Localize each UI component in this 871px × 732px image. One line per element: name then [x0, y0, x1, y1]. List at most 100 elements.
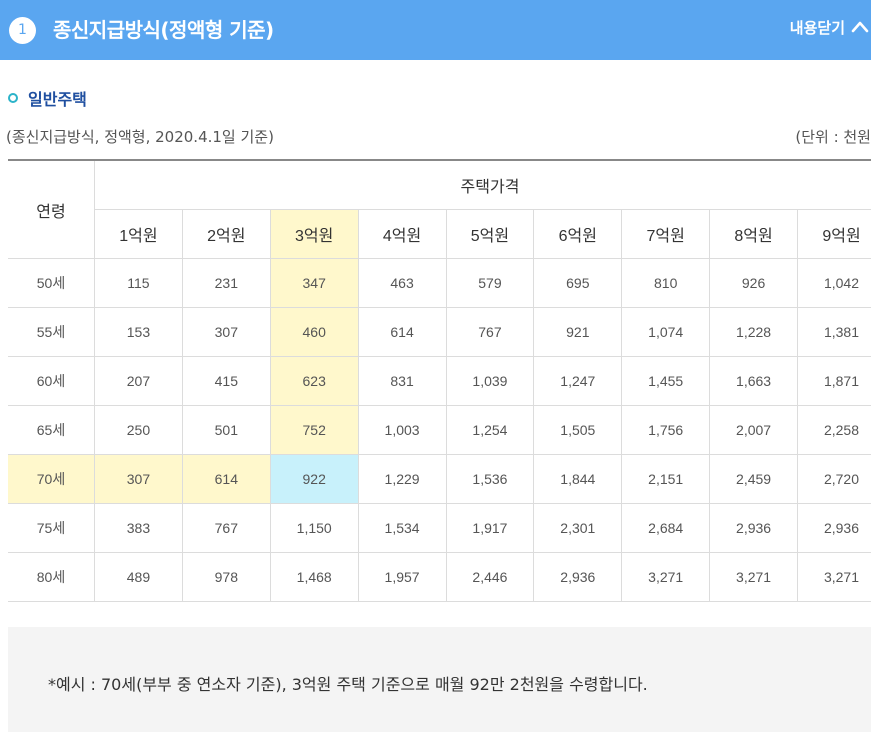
table-row: 65세 250 501 752 1,003 1,254 1,505 1,756 2,007 2,2…	[8, 405, 871, 455]
value-cell: 1,663	[709, 356, 798, 406]
value-cell: 921	[533, 307, 623, 357]
age-cell: 75세	[8, 503, 95, 553]
table-description: (종신지급방식, 정액형, 2020.4.1일 기준)	[6, 128, 274, 146]
example-note-text: *예시 : 70세(부부 중 연소자 기준), 3억원 주택 기준으로 매월 9…	[48, 675, 648, 694]
table-row: 50세 115 231 347 463 579 695 810 926 1,042	[8, 258, 871, 308]
value-cell: 1,229	[357, 454, 447, 504]
price-column-header: 1억원	[94, 209, 183, 259]
section-number-badge: 1	[9, 17, 36, 44]
value-cell: 614	[181, 454, 271, 504]
value-cell: 614	[357, 307, 447, 357]
value-cell: 115	[94, 258, 183, 308]
value-cell: 767	[445, 307, 535, 357]
value-cell: 2,007	[709, 405, 798, 455]
value-cell: 153	[94, 307, 183, 357]
value-cell: 1,871	[797, 356, 871, 406]
value-cell: 752	[269, 405, 359, 455]
age-cell: 50세	[8, 258, 95, 308]
age-cell: 55세	[8, 307, 95, 357]
value-cell: 1,074	[621, 307, 711, 357]
table-row: 80세 489 978 1,468 1,957 2,446 2,936 3,271 3,271 3…	[8, 552, 871, 602]
section-header-title: 종신지급방식(정액형 기준)	[53, 18, 274, 42]
age-cell: 60세	[8, 356, 95, 406]
value-cell: 463	[357, 258, 447, 308]
value-cell: 579	[445, 258, 535, 308]
value-cell: 1,247	[533, 356, 623, 406]
value-cell: 1,455	[621, 356, 711, 406]
value-cell: 1,756	[621, 405, 711, 455]
price-column-header: 2억원	[181, 209, 271, 259]
price-column-header: 6억원	[533, 209, 623, 259]
value-cell: 1,228	[709, 307, 798, 357]
value-cell: 2,258	[797, 405, 871, 455]
table-row: 55세 153 307 460 614 767 921 1,074 1,228 1,381	[8, 307, 871, 357]
value-cell: 2,684	[621, 503, 711, 553]
value-cell: 3,271	[709, 552, 798, 602]
age-column-header: 연령	[8, 159, 95, 259]
value-cell: 207	[94, 356, 183, 406]
price-column-header: 5억원	[445, 209, 535, 259]
price-column-header: 9억원	[797, 209, 871, 259]
value-cell: 2,936	[709, 503, 798, 553]
value-cell: 307	[181, 307, 271, 357]
value-cell: 2,936	[797, 503, 871, 553]
value-cell: 415	[181, 356, 271, 406]
value-cell: 1,042	[797, 258, 871, 308]
example-note-box: *예시 : 70세(부부 중 연소자 기준), 3억원 주택 기준으로 매월 9…	[8, 627, 871, 732]
price-group-header: 주택가격	[94, 159, 871, 210]
value-cell: 231	[181, 258, 271, 308]
value-cell: 623	[269, 356, 359, 406]
age-cell: 65세	[8, 405, 95, 455]
value-cell: 2,301	[533, 503, 623, 553]
value-cell: 922	[269, 454, 359, 504]
price-column-header: 4억원	[357, 209, 447, 259]
value-cell: 2,151	[621, 454, 711, 504]
value-cell: 1,505	[533, 405, 623, 455]
collapse-toggle-label: 내용닫기	[789, 18, 845, 37]
value-cell: 1,003	[357, 405, 447, 455]
value-cell: 1,536	[445, 454, 535, 504]
value-cell: 1,039	[445, 356, 535, 406]
value-cell: 489	[94, 552, 183, 602]
value-cell: 1,844	[533, 454, 623, 504]
value-cell: 460	[269, 307, 359, 357]
bullet-icon	[8, 93, 18, 103]
value-cell: 2,459	[709, 454, 798, 504]
value-cell: 1,957	[357, 552, 447, 602]
value-cell: 978	[181, 552, 271, 602]
value-cell: 3,271	[621, 552, 711, 602]
value-cell: 926	[709, 258, 798, 308]
table-row: 75세 383 767 1,150 1,534 1,917 2,301 2,684 2,936 2…	[8, 503, 871, 553]
section-header: 1 종신지급방식(정액형 기준) 내용닫기	[0, 0, 871, 60]
value-cell: 810	[621, 258, 711, 308]
value-cell: 2,936	[533, 552, 623, 602]
price-column-header: 7억원	[621, 209, 711, 259]
value-cell: 831	[357, 356, 447, 406]
section-title-text: 일반주택	[28, 90, 87, 109]
table-row: 60세 207 415 623 831 1,039 1,247 1,455 1,663 1,871	[8, 356, 871, 406]
value-cell: 1,150	[269, 503, 359, 553]
value-cell: 383	[94, 503, 183, 553]
unit-label: (단위 : 천원	[795, 128, 871, 146]
value-cell: 347	[269, 258, 359, 308]
value-cell: 1,534	[357, 503, 447, 553]
value-cell: 1,917	[445, 503, 535, 553]
value-cell: 2,720	[797, 454, 871, 504]
value-cell: 2,446	[445, 552, 535, 602]
value-cell: 307	[94, 454, 183, 504]
pension-table: 연령 주택가격 1억원 2억원 3억원 4억원 5억원 6억원 7억원 8억원 9억원 50세 1…	[8, 159, 871, 602]
value-cell: 767	[181, 503, 271, 553]
price-column-header: 3억원	[269, 209, 359, 259]
collapse-toggle-button[interactable]: 내용닫기	[790, 16, 871, 38]
value-cell: 3,271	[797, 552, 871, 602]
age-cell: 80세	[8, 552, 95, 602]
table-row: 70세 307 614 922 1,229 1,536 1,844 2,151 2,459 2,7…	[8, 454, 871, 504]
chevron-up-icon	[851, 21, 869, 33]
price-column-header: 8억원	[709, 209, 798, 259]
value-cell: 1,254	[445, 405, 535, 455]
age-cell: 70세	[8, 454, 95, 504]
value-cell: 250	[94, 405, 183, 455]
section-title: 일반주택	[8, 86, 87, 110]
value-cell: 1,381	[797, 307, 871, 357]
value-cell: 695	[533, 258, 623, 308]
